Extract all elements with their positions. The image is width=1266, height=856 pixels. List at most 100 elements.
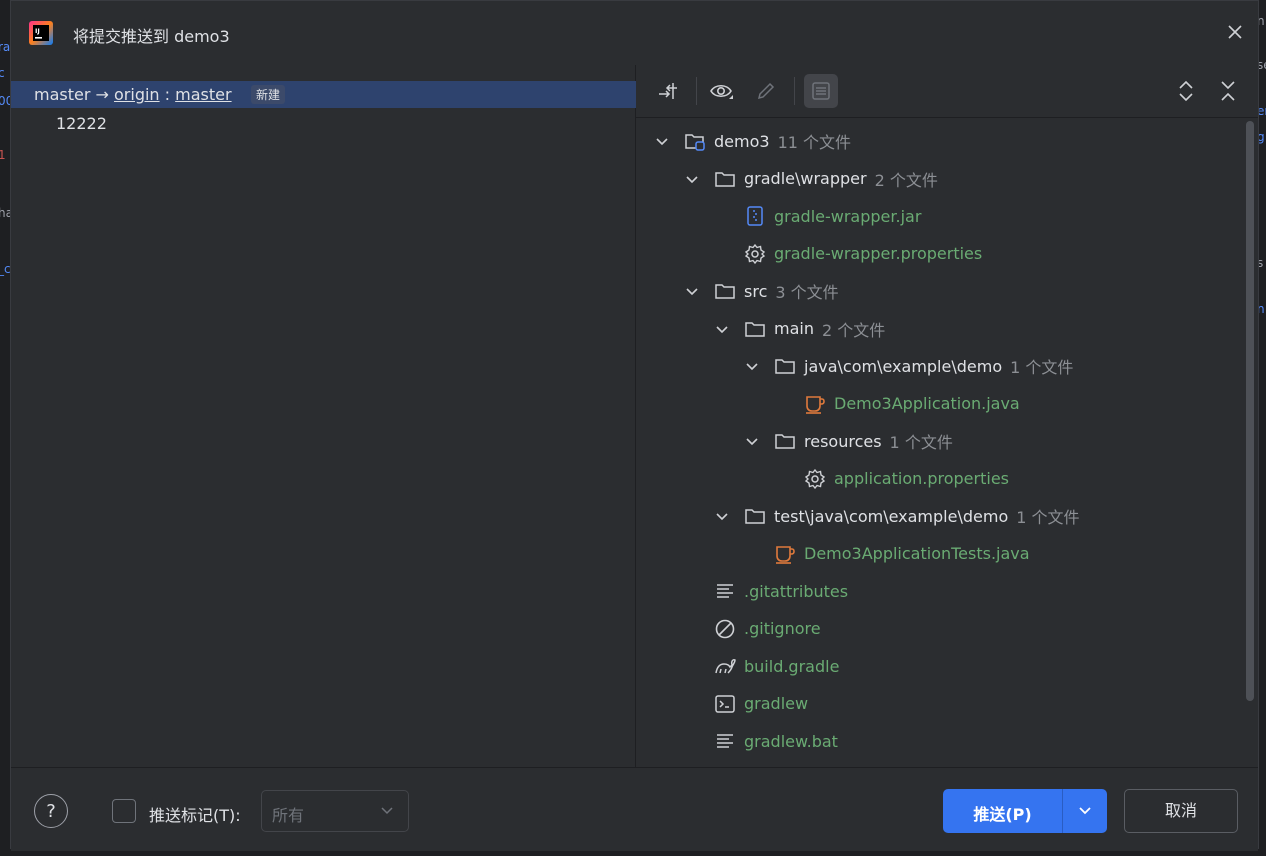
tree-item-count: 3 个文件 xyxy=(775,283,839,302)
tree-file-row[interactable]: Demo3ApplicationTests.java xyxy=(774,536,1030,572)
tree-item-name: gradlew xyxy=(744,694,809,713)
tree-item-count: 11 个文件 xyxy=(777,133,852,152)
toolbar-separator xyxy=(794,77,795,105)
tree-item-name: java\com\example\demo xyxy=(804,356,1003,376)
tree-folder-row[interactable]: java\com\example\demo 1 个文件 xyxy=(744,348,1073,384)
branch-separator: : xyxy=(164,85,171,104)
close-icon[interactable] xyxy=(1226,23,1244,41)
folder-icon xyxy=(774,430,796,452)
tree-item-name: Demo3ApplicationTests.java xyxy=(804,544,1030,563)
changes-toolbar xyxy=(636,65,1258,118)
cancel-button[interactable]: 取消 xyxy=(1124,789,1238,833)
folder-icon xyxy=(744,318,766,340)
folder-icon xyxy=(714,280,736,302)
dialog-title: 将提交推送到 demo3 xyxy=(73,27,230,46)
push-tags-label: 推送标记(T): xyxy=(149,806,241,825)
chevron-down-icon[interactable] xyxy=(744,358,760,374)
dialog-footer: ? 推送标记(T): 所有 推送(P) 取消 xyxy=(11,767,1258,851)
collapse-all-icon[interactable] xyxy=(1212,75,1244,107)
tree-item-name: build.gradle xyxy=(744,656,840,676)
background-editor-right: nseer gsn xyxy=(1258,0,1266,856)
chevron-down-icon[interactable] xyxy=(684,283,700,299)
changed-files-tree: demo3 11 个文件 gradle\wrapper 2 个文件 gradle-wra… xyxy=(636,121,1238,767)
tree-folder-row[interactable]: resources 1 个文件 xyxy=(744,423,953,459)
java-icon xyxy=(804,393,826,415)
chevron-down-icon[interactable] xyxy=(684,171,700,187)
tree-file-row[interactable]: gradlew.bat xyxy=(714,723,838,759)
text-icon xyxy=(714,730,736,752)
tree-item-name: demo3 xyxy=(714,131,770,151)
push-button-group: 推送(P) xyxy=(943,789,1107,833)
tree-file-row[interactable]: build.gradle xyxy=(714,648,839,684)
gear-icon xyxy=(804,468,826,490)
gradle-icon xyxy=(714,655,736,677)
tree-item-name: gradle-wrapper.properties xyxy=(774,244,983,263)
ignore-icon xyxy=(714,618,736,640)
tree-file-row[interactable]: gradlew xyxy=(714,686,808,722)
tree-folder-row[interactable]: test\java\com\example\demo 1 个文件 xyxy=(714,498,1080,534)
tree-file-row[interactable]: .gitignore xyxy=(714,611,821,647)
dialog-titlebar: IJ 将提交推送到 demo3 xyxy=(11,1,1258,65)
chevron-down-icon xyxy=(1079,807,1091,815)
chevron-down-icon[interactable] xyxy=(654,133,670,149)
tree-item-name: application.properties xyxy=(834,469,1009,488)
source-branch: master xyxy=(34,85,91,104)
expand-all-icon[interactable] xyxy=(1170,75,1202,107)
tree-file-row[interactable]: application.properties xyxy=(804,461,1009,497)
folder-icon xyxy=(774,355,796,377)
help-button[interactable]: ? xyxy=(34,794,68,828)
tree-item-name: src xyxy=(744,281,768,301)
eye-icon[interactable] xyxy=(706,75,738,107)
tree-item-name: resources xyxy=(804,431,882,451)
tree-file-row[interactable]: gradle-wrapper.jar xyxy=(744,198,921,234)
push-tags-checkbox[interactable] xyxy=(112,799,136,823)
module-icon xyxy=(684,130,706,152)
tree-item-count: 2 个文件 xyxy=(874,170,938,190)
tags-select-value: 所有 xyxy=(272,806,305,825)
remote-link[interactable]: origin xyxy=(114,85,160,104)
java-icon xyxy=(774,543,796,565)
tree-file-row[interactable]: gradle-wrapper.properties xyxy=(744,236,982,272)
commit-item[interactable]: 12222 xyxy=(56,114,107,133)
push-button[interactable]: 推送(P) xyxy=(943,801,1062,825)
tree-folder-row[interactable]: main 2 个文件 xyxy=(714,311,885,347)
arrow-glyph: → xyxy=(95,85,109,104)
branch-row[interactable]: master → origin : master 新建 xyxy=(11,81,636,108)
tree-item-name: test\java\com\example\demo xyxy=(774,506,1009,526)
folder-icon xyxy=(714,168,736,190)
tree-item-name: Demo3Application.java xyxy=(834,394,1020,413)
tree-item-name: .gitattributes xyxy=(744,581,849,601)
text-icon xyxy=(714,580,736,602)
tree-folder-row[interactable]: src 3 个文件 xyxy=(684,273,839,309)
tree-scrollbar[interactable] xyxy=(1246,121,1254,701)
tags-select[interactable]: 所有 xyxy=(261,790,409,832)
chevron-down-icon[interactable] xyxy=(714,321,730,337)
target-branch-link[interactable]: master xyxy=(175,85,231,104)
tree-item-name: .gitignore xyxy=(744,619,821,638)
tree-item-count: 2 个文件 xyxy=(821,320,886,340)
tree-item-name: gradle\wrapper xyxy=(744,169,867,188)
gear-icon xyxy=(744,243,766,265)
tree-item-name: gradlew.bat xyxy=(744,731,838,751)
tree-item-name: main xyxy=(774,319,814,338)
folder-icon xyxy=(744,505,766,527)
pencil-icon[interactable] xyxy=(750,75,782,107)
new-branch-badge: 新建 xyxy=(251,85,286,104)
intellij-logo-icon: IJ xyxy=(29,21,53,45)
tree-file-row[interactable]: .gitattributes xyxy=(714,573,848,609)
svg-text:IJ: IJ xyxy=(35,27,40,35)
collapse-arrows-icon[interactable] xyxy=(652,75,684,107)
toolbar-separator xyxy=(696,77,697,105)
changes-pane: demo3 11 个文件 gradle\wrapper 2 个文件 gradle-wra… xyxy=(636,65,1258,767)
diff-preview-icon[interactable] xyxy=(804,74,838,108)
chevron-down-icon[interactable] xyxy=(744,433,760,449)
chevron-down-icon[interactable] xyxy=(714,508,730,524)
push-commits-dialog: IJ 将提交推送到 demo3 master → origin : master… xyxy=(10,0,1259,851)
push-options-dropdown[interactable] xyxy=(1063,789,1107,833)
tree-file-row[interactable]: Demo3Application.java xyxy=(804,386,1020,422)
jar-icon xyxy=(744,205,766,227)
terminal-icon xyxy=(714,693,736,715)
tree-folder-row[interactable]: demo3 11 个文件 xyxy=(654,123,851,159)
tree-folder-row[interactable]: gradle\wrapper 2 个文件 xyxy=(684,161,938,197)
tree-item-count: 1 个文件 xyxy=(1010,358,1074,377)
